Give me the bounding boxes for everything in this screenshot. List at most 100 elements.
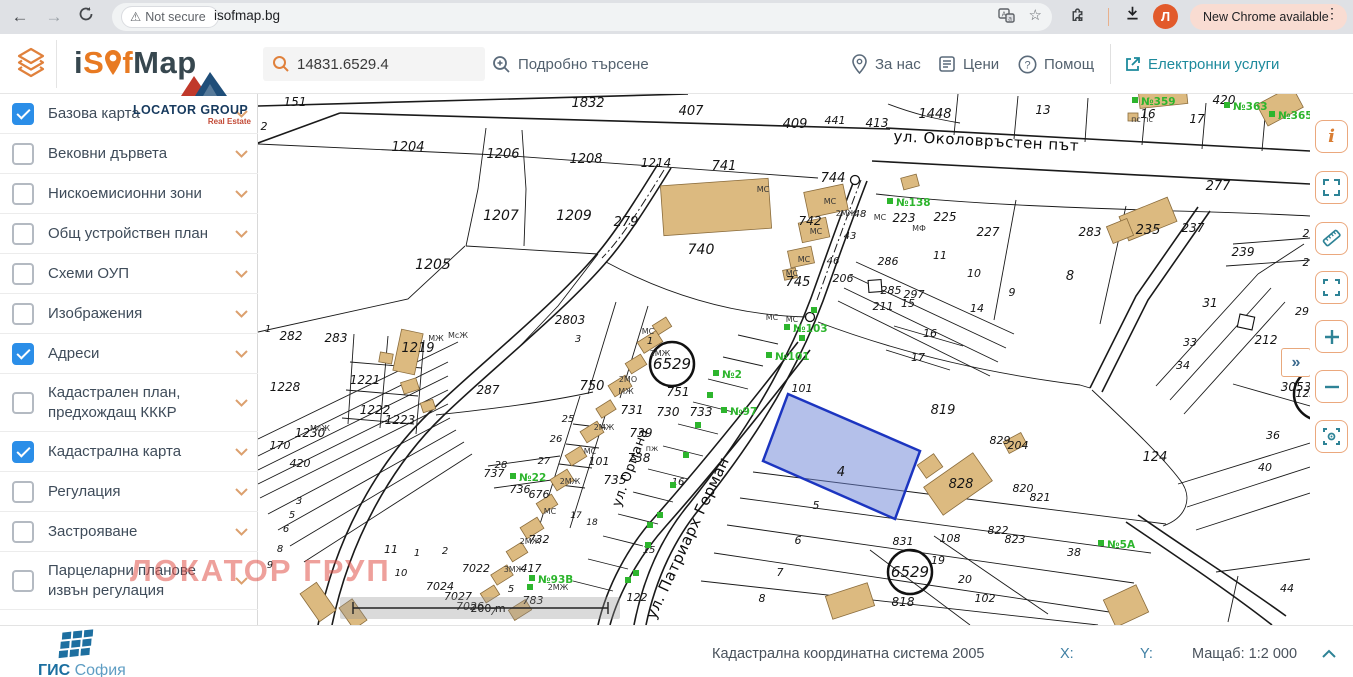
map-viewport[interactable]: 4652965291511832407409441413144842013161… bbox=[258, 94, 1310, 625]
checkbox[interactable] bbox=[12, 223, 34, 245]
translate-icon[interactable]: Aa bbox=[998, 7, 1015, 24]
svg-text:102: 102 bbox=[975, 592, 996, 605]
svg-text:441: 441 bbox=[825, 114, 846, 127]
sidebar-item-images[interactable]: Изображения bbox=[0, 294, 258, 334]
svg-text:170: 170 bbox=[270, 439, 291, 452]
menu-divider bbox=[1110, 44, 1111, 84]
back-icon[interactable]: ← bbox=[8, 5, 32, 29]
chevron-down-icon[interactable] bbox=[235, 350, 248, 358]
ruler-icon bbox=[1321, 228, 1342, 249]
checkbox[interactable] bbox=[12, 392, 34, 414]
sidebar-item-low-emission[interactable]: Нискоемисионни зони bbox=[0, 174, 258, 214]
fullscreen-tool-button[interactable] bbox=[1315, 271, 1348, 304]
reload-icon[interactable] bbox=[74, 5, 98, 29]
layers-menu-button[interactable] bbox=[12, 44, 50, 82]
app-logo[interactable]: iSfMap bbox=[74, 45, 197, 81]
svg-text:676: 676 bbox=[529, 488, 550, 501]
profile-avatar[interactable]: Л bbox=[1153, 4, 1178, 29]
checkbox[interactable] bbox=[12, 343, 34, 365]
not-secure-chip[interactable]: ⚠Not secure bbox=[121, 6, 219, 28]
sidebar-item-base-map[interactable]: Базова карта bbox=[0, 94, 258, 134]
eservices-button[interactable]: Електронни услуги bbox=[1124, 47, 1279, 81]
advanced-search-button[interactable]: Подробно търсене bbox=[492, 47, 649, 81]
chevron-down-icon[interactable] bbox=[235, 577, 248, 585]
kebab-menu-icon[interactable]: ⋮ bbox=[1325, 5, 1339, 22]
checkbox[interactable] bbox=[12, 481, 34, 503]
svg-text:204: 204 bbox=[1008, 439, 1029, 452]
chevron-down-icon[interactable] bbox=[235, 399, 248, 407]
svg-text:744: 744 bbox=[821, 171, 846, 186]
checkbox[interactable] bbox=[12, 263, 34, 285]
svg-text:420: 420 bbox=[290, 457, 311, 470]
help-icon: ? bbox=[1018, 55, 1037, 74]
app-header: iSfMap Подробно търсене За нас Цени ? По… bbox=[0, 34, 1353, 94]
download-icon[interactable] bbox=[1120, 5, 1144, 29]
svg-text:8: 8 bbox=[277, 544, 283, 555]
svg-text:731: 731 bbox=[621, 403, 644, 417]
svg-text:1205: 1205 bbox=[415, 257, 451, 273]
info-tool-button[interactable]: i bbox=[1315, 120, 1348, 153]
chevron-down-icon[interactable] bbox=[235, 230, 248, 238]
svg-text:211: 211 bbox=[873, 300, 894, 313]
svg-text:a: a bbox=[1008, 16, 1012, 23]
checkbox[interactable] bbox=[12, 303, 34, 325]
measure-tool-button[interactable] bbox=[1315, 222, 1348, 255]
sidebar-item-cadastral-map[interactable]: Кадастрална карта bbox=[0, 432, 258, 472]
sidebar-item-addresses[interactable]: Адреси bbox=[0, 334, 258, 374]
select-area-icon bbox=[1323, 179, 1340, 196]
zoom-in-tool-button[interactable] bbox=[1315, 320, 1348, 353]
zoom-out-tool-button[interactable] bbox=[1315, 370, 1348, 403]
sidebar-item-oup-schemes[interactable]: Схеми ОУП bbox=[0, 254, 258, 294]
puzzle-glyph bbox=[1069, 5, 1086, 22]
checkbox[interactable] bbox=[12, 441, 34, 463]
chevron-down-icon[interactable] bbox=[235, 270, 248, 278]
sidebar-item-old-trees[interactable]: Вековни дървета bbox=[0, 134, 258, 174]
chevron-down-icon[interactable] bbox=[235, 150, 248, 158]
svg-text:2: 2 bbox=[1303, 256, 1310, 269]
svg-text:пж: пж bbox=[646, 444, 658, 453]
chevron-down-icon[interactable] bbox=[235, 528, 248, 536]
svg-text:?: ? bbox=[1024, 59, 1030, 71]
fullscreen-icon bbox=[1322, 278, 1341, 297]
chevron-down-icon[interactable] bbox=[235, 190, 248, 198]
sidebar-item-regulation[interactable]: Регулация bbox=[0, 472, 258, 512]
checkbox[interactable] bbox=[12, 103, 34, 125]
sidebar-item-general-plan[interactable]: Общ устройствен план bbox=[0, 214, 258, 254]
x-coordinate-label: X: bbox=[1060, 646, 1074, 662]
chrome-update-button[interactable]: New Chrome available ⋮ bbox=[1190, 4, 1347, 30]
chevron-down-icon[interactable] bbox=[235, 448, 248, 456]
sidebar-item-label: Вековни дървета bbox=[48, 144, 235, 164]
svg-text:МсЖ: МсЖ bbox=[310, 424, 330, 433]
sidebar-item-parcel-plans[interactable]: Парцеларни планове извън регулация bbox=[0, 552, 258, 610]
chevron-down-icon[interactable] bbox=[235, 310, 248, 318]
checkbox[interactable] bbox=[12, 521, 34, 543]
checkbox[interactable] bbox=[12, 570, 34, 592]
svg-text:108: 108 bbox=[940, 532, 961, 545]
gis-sofia-logo[interactable]: ГИС София bbox=[30, 629, 130, 664]
checkbox[interactable] bbox=[12, 143, 34, 165]
search-input[interactable] bbox=[297, 47, 477, 81]
chevron-up-icon[interactable] bbox=[1322, 649, 1336, 658]
cadastral-map[interactable]: 4652965291511832407409441413144842013161… bbox=[258, 94, 1310, 625]
forward-icon[interactable]: → bbox=[42, 5, 66, 29]
svg-text:741: 741 bbox=[712, 159, 737, 174]
collapse-panel-button[interactable]: » bbox=[1281, 348, 1310, 377]
advanced-search-label: Подробно търсене bbox=[518, 56, 649, 73]
chevron-down-icon[interactable] bbox=[235, 110, 248, 118]
sidebar-item-cadastral-plan[interactable]: Кадастрален план, предхождащ КККР bbox=[0, 374, 258, 432]
map-toolbar: i bbox=[1310, 94, 1353, 625]
chevron-down-icon[interactable] bbox=[235, 488, 248, 496]
help-button[interactable]: ? Помощ bbox=[1018, 47, 1094, 81]
select-area-tool-button[interactable] bbox=[1315, 171, 1348, 204]
checkbox[interactable] bbox=[12, 183, 34, 205]
extensions-icon[interactable] bbox=[1065, 5, 1089, 29]
bookmark-star-icon[interactable]: ☆ bbox=[1029, 7, 1042, 24]
svg-text:821: 821 bbox=[1030, 491, 1051, 504]
locate-tool-button[interactable] bbox=[1315, 420, 1348, 453]
address-bar[interactable]: ⚠Not secure isofmap.bg Aa ☆ bbox=[112, 3, 1052, 31]
sidebar-item-label: Нискоемисионни зони bbox=[48, 184, 235, 204]
sidebar-item-development[interactable]: Застрояване bbox=[0, 512, 258, 552]
about-button[interactable]: За нас bbox=[851, 47, 921, 81]
svg-text:МС: МС bbox=[544, 507, 557, 516]
prices-button[interactable]: Цени bbox=[938, 47, 999, 81]
